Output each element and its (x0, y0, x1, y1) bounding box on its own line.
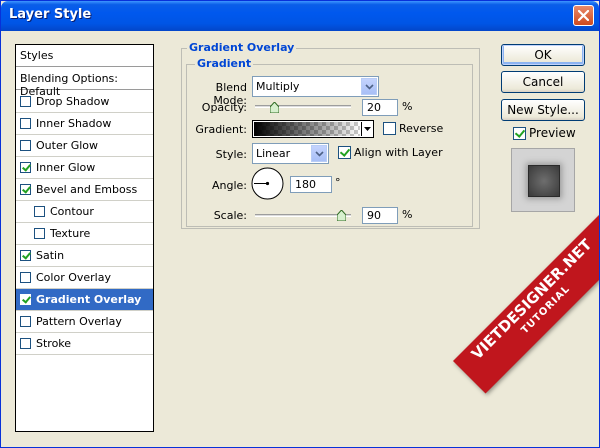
styles-list: Styles Blending Options: Default Drop Sh… (15, 44, 154, 432)
gradient-overlay-title: Gradient Overlay (187, 41, 297, 54)
reverse-label: Reverse (399, 122, 444, 135)
gradient-group-title: Gradient (195, 57, 254, 70)
style-item-pattern-overlay[interactable]: Pattern Overlay (16, 311, 153, 333)
layer-style-dialog: Layer Style Styles Blending Options: Def… (0, 0, 600, 448)
style-item-contour[interactable]: Contour (16, 201, 153, 223)
style-item-label: Bevel and Emboss (36, 183, 138, 196)
reverse-checkbox[interactable]: Reverse (383, 122, 443, 135)
gradient-label: Gradient: (195, 123, 247, 136)
opacity-slider-thumb[interactable] (269, 102, 279, 113)
style-item-checkbox[interactable] (20, 294, 31, 305)
watermark-main: VIETDESIGNER.NET (467, 235, 596, 364)
ok-button[interactable]: OK (501, 44, 585, 66)
style-item-checkbox[interactable] (20, 250, 31, 261)
style-item-label: Drop Shadow (36, 95, 110, 108)
style-item-label: Contour (50, 205, 94, 218)
gradient-picker[interactable] (252, 120, 374, 138)
style-item-outer-glow[interactable]: Outer Glow (16, 135, 153, 157)
chevron-down-icon (364, 83, 374, 90)
style-item-label: Pattern Overlay (36, 315, 122, 328)
scale-label: Scale: (213, 209, 247, 222)
style-item-checkbox[interactable] (20, 338, 31, 349)
style-value: Linear (256, 147, 291, 160)
scale-value: 90 (367, 209, 381, 222)
style-item-checkbox[interactable] (20, 162, 31, 173)
window-title: Layer Style (9, 7, 92, 22)
style-item-checkbox[interactable] (20, 184, 31, 195)
align-with-layer-label: Align with Layer (354, 146, 443, 159)
style-item-drop-shadow[interactable]: Drop Shadow (16, 91, 153, 113)
angle-unit: ° (335, 176, 341, 189)
style-preview-swatch (528, 165, 560, 197)
style-select[interactable]: Linear (252, 143, 329, 164)
opacity-value: 20 (367, 101, 381, 114)
chevron-down-icon (314, 150, 324, 157)
opacity-label: Opacity: (201, 101, 247, 114)
style-item-label: Gradient Overlay (36, 293, 142, 306)
style-item-bevel-and-emboss[interactable]: Bevel and Emboss (16, 179, 153, 201)
style-item-checkbox[interactable] (20, 96, 31, 107)
preview-checkbox[interactable]: Preview (513, 126, 576, 140)
new-style-label: New Style... (507, 103, 579, 117)
style-item-label: Inner Shadow (36, 117, 112, 130)
styles-header-label: Styles (20, 49, 54, 62)
scale-unit: % (402, 208, 413, 221)
style-item-inner-shadow[interactable]: Inner Shadow (16, 113, 153, 135)
scale-slider-thumb[interactable] (336, 210, 346, 221)
opacity-input[interactable]: 20 (362, 99, 398, 116)
cancel-label: Cancel (522, 75, 564, 89)
angle-input[interactable]: 180 (290, 176, 332, 193)
angle-dial[interactable] (251, 167, 284, 200)
style-item-label: Stroke (36, 337, 72, 350)
style-item-gradient-overlay[interactable]: Gradient Overlay (16, 289, 153, 311)
align-with-layer-checkbox[interactable]: Align with Layer (338, 146, 443, 159)
style-item-checkbox[interactable] (34, 206, 45, 217)
opacity-unit: % (402, 100, 413, 113)
ok-label: OK (534, 48, 552, 62)
close-icon (578, 10, 589, 21)
style-item-stroke[interactable]: Stroke (16, 333, 153, 355)
preview-label: Preview (529, 126, 576, 140)
angle-label: Angle: (211, 179, 247, 192)
style-item-satin[interactable]: Satin (16, 245, 153, 267)
style-item-label: Texture (50, 227, 91, 240)
styles-header[interactable]: Styles (16, 45, 153, 67)
style-item-checkbox[interactable] (34, 228, 45, 239)
style-item-label: Outer Glow (36, 139, 99, 152)
style-item-label: Satin (36, 249, 65, 262)
title-bar[interactable]: Layer Style (1, 1, 599, 31)
style-item-inner-glow[interactable]: Inner Glow (16, 157, 153, 179)
angle-value: 180 (295, 178, 316, 191)
triangle-down-icon (363, 127, 371, 131)
align-with-layer-checkbox-box[interactable] (338, 146, 351, 159)
blend-mode-value: Multiply (256, 80, 300, 93)
preview-checkbox-box[interactable] (513, 126, 526, 140)
style-item-checkbox[interactable] (20, 118, 31, 129)
reverse-checkbox-box[interactable] (383, 122, 396, 135)
style-item-checkbox[interactable] (20, 316, 31, 327)
scale-input[interactable]: 90 (362, 207, 398, 224)
gradient-preview[interactable] (254, 122, 360, 136)
style-item-label: Inner Glow (36, 161, 96, 174)
watermark-ribbon: VIETDESIGNER.NET TUTORIAL (453, 205, 599, 394)
blend-mode-select[interactable]: Multiply (252, 76, 379, 97)
style-item-texture[interactable]: Texture (16, 223, 153, 245)
new-style-button[interactable]: New Style... (501, 99, 585, 121)
style-item-color-overlay[interactable]: Color Overlay (16, 267, 153, 289)
gradient-dropdown[interactable] (361, 122, 372, 136)
cancel-button[interactable]: Cancel (501, 71, 585, 93)
close-button[interactable] (573, 5, 594, 26)
style-dropdown[interactable] (311, 145, 327, 162)
style-label: Style: (215, 148, 247, 161)
style-item-label: Color Overlay (36, 271, 111, 284)
style-item-checkbox[interactable] (20, 272, 31, 283)
blending-options-item[interactable]: Blending Options: Default (16, 68, 153, 98)
style-preview (511, 148, 575, 212)
blend-mode-dropdown[interactable] (361, 78, 377, 95)
style-item-checkbox[interactable] (20, 140, 31, 151)
